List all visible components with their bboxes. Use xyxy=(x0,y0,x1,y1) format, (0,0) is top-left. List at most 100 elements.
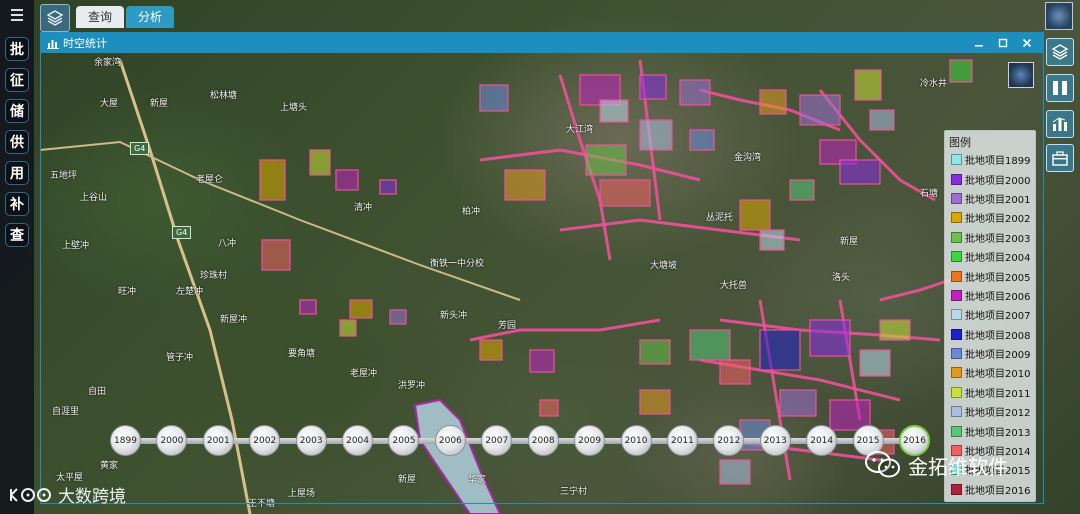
legend-label: 批地项目2005 xyxy=(965,272,1031,284)
year-node-2005[interactable]: 2005 xyxy=(388,425,420,456)
legend-swatch xyxy=(951,154,962,166)
bar-chart-icon xyxy=(47,40,59,49)
menu-icon[interactable] xyxy=(0,0,34,30)
year-node-1899[interactable]: 1899 xyxy=(110,425,141,456)
legend-item[interactable]: 批地项目2009 xyxy=(945,344,1035,363)
legend-swatch xyxy=(951,173,962,185)
window-controls xyxy=(973,37,1033,49)
watermark-left: 大数跨境 xyxy=(8,482,126,507)
tab-analysis[interactable]: 分析 xyxy=(126,6,175,28)
side-button-6[interactable]: 查 xyxy=(5,223,29,247)
legend-item[interactable]: 批地项目2005 xyxy=(945,266,1035,285)
layers-icon[interactable] xyxy=(40,4,70,32)
top-tabs: 查询 分析 xyxy=(76,6,175,28)
legend-label: 批地项目1899 xyxy=(965,156,1031,168)
close-icon[interactable] xyxy=(1021,37,1033,49)
legend-item[interactable]: 批地项目2000 xyxy=(945,169,1035,188)
left-toolbar: 批征储供用补查 xyxy=(0,0,34,514)
legend-label: 批地项目2016 xyxy=(965,485,1031,497)
legend-item[interactable]: 批地项目2003 xyxy=(945,228,1035,247)
legend-swatch xyxy=(951,251,962,263)
legend-title: 图例 xyxy=(949,136,971,149)
legend-swatch xyxy=(951,348,962,360)
wechat-icon xyxy=(865,451,900,478)
mini-globe-icon[interactable] xyxy=(1008,62,1034,88)
side-button-group: 批征储供用补查 xyxy=(5,30,29,247)
year-node-2007[interactable]: 2007 xyxy=(481,425,513,456)
watermark-right: 金拓维软件 xyxy=(864,450,1008,480)
side-button-3[interactable]: 供 xyxy=(5,130,29,154)
watermark-right-text: 金拓维软件 xyxy=(908,454,1008,479)
legend-swatch xyxy=(951,192,962,204)
legend-label: 批地项目2010 xyxy=(965,369,1031,381)
legend-item[interactable]: 批地项目1899 xyxy=(945,150,1035,169)
globe-overview-icon[interactable] xyxy=(1045,2,1073,30)
side-button-2[interactable]: 储 xyxy=(5,99,29,123)
legend-label: 批地项目2011 xyxy=(965,388,1031,400)
legend-swatch xyxy=(951,483,962,495)
legend-swatch xyxy=(951,406,962,418)
legend-item[interactable]: 批地项目2012 xyxy=(945,402,1035,421)
legend-label: 批地项目2013 xyxy=(965,427,1031,439)
legend-swatch xyxy=(951,386,962,398)
legend-label: 批地项目2001 xyxy=(965,194,1031,206)
legend-item[interactable]: 批地项目2016 xyxy=(945,480,1035,499)
year-node-2001[interactable]: 2001 xyxy=(202,425,234,456)
window-title: 时空统计 xyxy=(63,37,107,50)
legend-label: 批地项目2007 xyxy=(965,311,1031,323)
legend-panel: 图例 批地项目1899 批地项目2000 批地项目2001 批地项目2002 批地项目2… xyxy=(944,130,1036,502)
legend-item[interactable]: 批地项目2002 xyxy=(945,208,1035,227)
legend-label: 批地项目2004 xyxy=(965,253,1031,265)
legend-item[interactable]: 批地项目2010 xyxy=(945,363,1035,382)
brand-logo-icon xyxy=(10,487,51,502)
minimize-icon[interactable] xyxy=(973,37,985,49)
year-node-2000[interactable]: 2000 xyxy=(156,425,188,456)
year-node-2009[interactable]: 2009 xyxy=(574,425,606,456)
year-node-2006[interactable]: 2006 xyxy=(434,425,466,456)
side-button-1[interactable]: 征 xyxy=(5,68,29,92)
legend-swatch xyxy=(951,309,962,321)
split-view-icon[interactable] xyxy=(1046,74,1074,102)
legend-label: 批地项目2006 xyxy=(965,291,1031,303)
legend-label: 批地项目2003 xyxy=(965,233,1031,245)
year-node-2012[interactable]: 2012 xyxy=(713,425,745,456)
legend-label: 批地项目2008 xyxy=(965,330,1031,342)
legend-item[interactable]: 批地项目2008 xyxy=(945,325,1035,344)
year-node-2010[interactable]: 2010 xyxy=(620,425,652,456)
legend-swatch xyxy=(951,289,962,301)
legend-list: 批地项目1899 批地项目2000 批地项目2001 批地项目2002 批地项目2003… xyxy=(945,150,1035,499)
side-button-4[interactable]: 用 xyxy=(5,161,29,185)
legend-item[interactable]: 批地项目2007 xyxy=(945,305,1035,324)
layers-tool-icon[interactable] xyxy=(1046,38,1074,66)
legend-swatch xyxy=(951,212,962,224)
year-node-2013[interactable]: 2013 xyxy=(759,425,791,456)
legend-item[interactable]: 批地项目2013 xyxy=(945,421,1035,440)
year-node-2011[interactable]: 2011 xyxy=(666,425,698,456)
watermark-left-text: 大数跨境 xyxy=(58,487,126,507)
legend-label: 批地项目2002 xyxy=(965,214,1031,226)
year-node-2004[interactable]: 2004 xyxy=(342,425,374,456)
legend-item[interactable]: 批地项目2011 xyxy=(945,383,1035,402)
window-title-bar[interactable]: 时空统计 xyxy=(41,33,1043,53)
legend-label: 批地项目2000 xyxy=(965,175,1031,187)
legend-swatch xyxy=(951,328,962,340)
side-button-0[interactable]: 批 xyxy=(5,37,29,61)
legend-swatch xyxy=(951,425,962,437)
legend-label: 批地项目2009 xyxy=(965,350,1031,362)
legend-item[interactable]: 批地项目2006 xyxy=(945,286,1035,305)
side-button-5[interactable]: 补 xyxy=(5,192,29,216)
legend-item[interactable]: 批地项目2001 xyxy=(945,189,1035,208)
legend-item[interactable]: 批地项目2004 xyxy=(945,247,1035,266)
statistics-chart-icon[interactable] xyxy=(1046,110,1074,138)
legend-swatch xyxy=(951,367,962,379)
year-node-2008[interactable]: 2008 xyxy=(527,425,559,456)
year-node-2014[interactable]: 2014 xyxy=(806,425,838,456)
maximize-icon[interactable] xyxy=(997,37,1009,49)
year-timeline: 1899 2000 2001 2002 2003 2004 2005 2006 2007 2008… xyxy=(110,425,930,457)
legend-swatch xyxy=(951,231,962,243)
tab-query[interactable]: 查询 xyxy=(76,6,125,28)
legend-label: 批地项目2012 xyxy=(965,408,1031,420)
year-node-2003[interactable]: 2003 xyxy=(295,425,327,456)
toolbox-icon[interactable] xyxy=(1046,144,1074,172)
year-node-2002[interactable]: 2002 xyxy=(249,425,281,456)
